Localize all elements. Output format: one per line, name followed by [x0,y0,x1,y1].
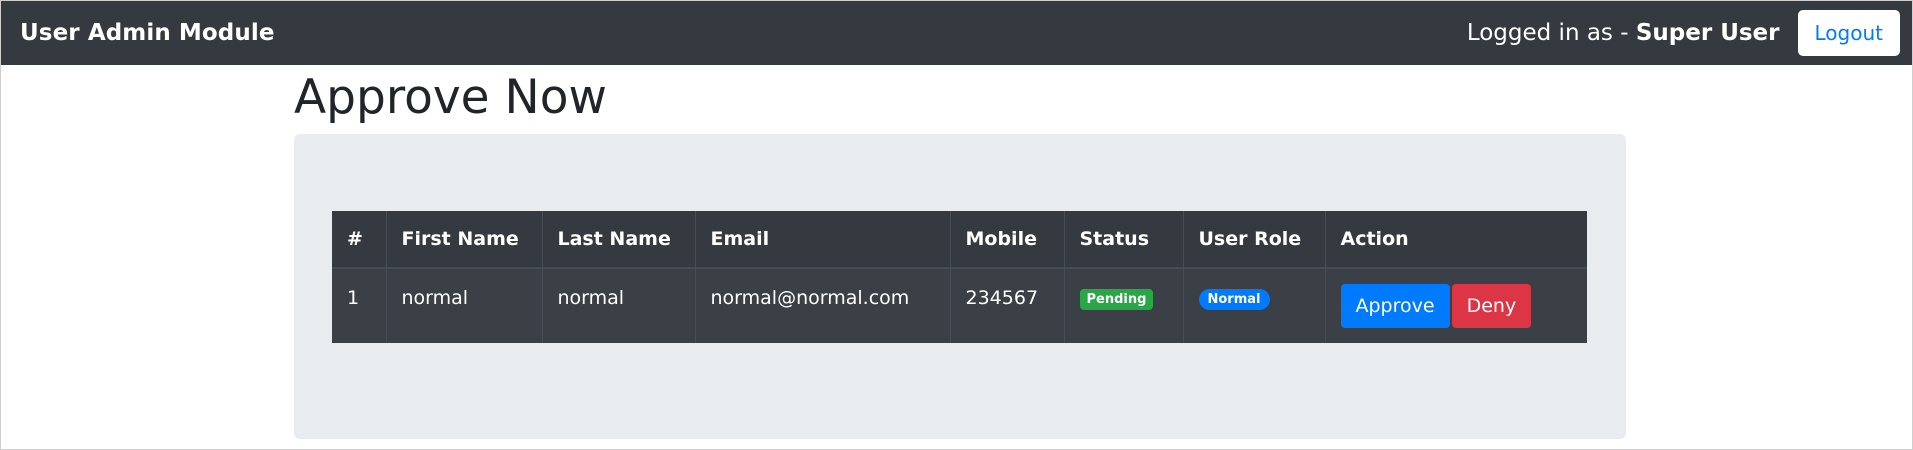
column-header-mobile: Mobile [950,211,1065,269]
cell-mobile: 234567 [950,268,1065,343]
column-header-first-name: First Name [386,211,543,269]
deny-button[interactable]: Deny [1451,284,1532,328]
table-row: 1 normal normal normal@normal.com 234567… [332,268,1587,343]
column-header-last-name: Last Name [542,211,696,269]
page-title: Approve Now [294,70,607,125]
last-name-value: normal [557,287,625,309]
cell-first-name: normal [386,268,543,343]
logged-in-username: Super User [1635,20,1780,46]
mobile-value: 234567 [965,287,1039,309]
cell-last-name: normal [542,268,696,343]
first-name-value: normal [401,287,469,309]
top-navbar: User Admin Module Logged in as - Super U… [1,1,1912,65]
table-header-row: # First Name Last Name Email Mobile Stat… [332,211,1587,269]
logout-button[interactable]: Logout [1797,10,1900,56]
cell-email: normal@normal.com [695,268,951,343]
navbar-user-area: Logged in as - Super User Logout [1467,10,1900,56]
logged-in-status: Logged in as - Super User [1467,20,1780,46]
column-header-action: Action [1325,211,1587,269]
role-badge: Normal [1198,289,1270,310]
column-header-status: Status [1064,211,1184,269]
cell-user-role: Normal [1183,268,1326,343]
pending-users-table: # First Name Last Name Email Mobile Stat… [332,211,1587,343]
status-badge: Pending [1079,289,1154,310]
row-index: 1 [347,287,360,309]
column-header-index: # [332,211,387,269]
cell-status: Pending [1064,268,1184,343]
email-value: normal@normal.com [710,287,910,309]
cell-action: Approve Deny [1325,268,1587,343]
approve-button[interactable]: Approve [1340,284,1450,328]
approval-panel: # First Name Last Name Email Mobile Stat… [294,134,1626,439]
logged-in-prefix: Logged in as - [1466,20,1636,46]
column-header-email: Email [695,211,951,269]
app-brand[interactable]: User Admin Module [20,20,275,46]
cell-index: 1 [332,268,387,343]
column-header-user-role: User Role [1183,211,1326,269]
